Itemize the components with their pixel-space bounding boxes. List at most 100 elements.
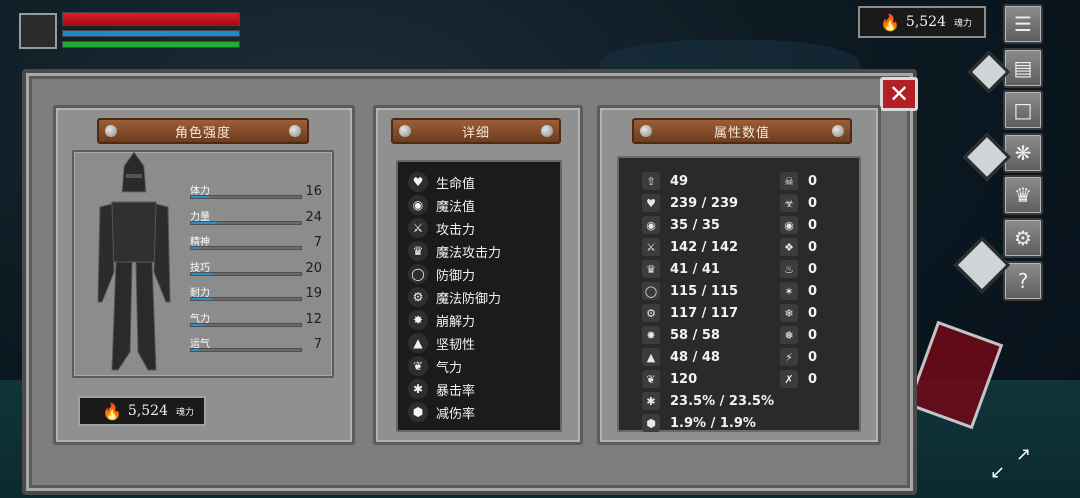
detail-list: ♥ 生命值 ◉ 魔法值 ⚔ 攻击力 ♛ 魔法攻击力 ◯ 防御力 ⚙ 魔法防御力 ✸ 崩解力 ▲…	[396, 160, 562, 432]
flame-icon: 🔥	[102, 401, 122, 421]
hex-shield-icon: ⬢	[642, 414, 660, 432]
stat-bar	[190, 221, 302, 225]
attr-resist-frost: ❄ 0	[780, 302, 817, 324]
detail-item-magic-attack[interactable]: ♛ 魔法攻击力	[408, 240, 501, 262]
settings-button[interactable]: ⚙	[1003, 218, 1043, 258]
attr-crit: ✱ 23.5% / 23.5%	[642, 390, 774, 412]
mana-bar	[62, 30, 240, 37]
attr-hp: ♥ 239 / 239	[642, 192, 738, 214]
bleed-icon: ❖	[780, 238, 798, 256]
help-button[interactable]: ?	[1003, 261, 1043, 301]
stat-row-stamina: 体力 16	[190, 184, 322, 199]
stat-row-vigor: 气力 12	[190, 312, 322, 327]
attr-damage-reduction: ⬢ 1.9% / 1.9%	[642, 412, 756, 434]
frost-icon: ❄	[780, 304, 798, 322]
attr-resist-curse: ✗ 0	[780, 368, 817, 390]
stat-bar	[190, 272, 302, 276]
emblem-icon: ❋	[1014, 141, 1032, 165]
stat-bar	[190, 195, 302, 199]
lungs-icon: ❦	[642, 370, 660, 388]
helmet-icon: ▲	[408, 333, 428, 353]
sword-icon: ⚔	[642, 238, 660, 256]
stat-bar-fill	[191, 324, 205, 326]
attr-magic-defense: ⚙ 117 / 117	[642, 302, 738, 324]
skills-button[interactable]: ❋	[1003, 133, 1043, 173]
stat-bar-fill	[191, 273, 213, 275]
close-button[interactable]: ✕	[880, 77, 918, 111]
attr-mp: ◉ 35 / 35	[642, 214, 720, 236]
currency-unit: 魂力	[954, 18, 973, 29]
currency-display: 🔥 5,524 魂力	[858, 6, 986, 38]
heart-icon: ♥	[408, 172, 428, 192]
attr-level: ⇧ 49	[642, 170, 688, 192]
achievements-button[interactable]: ♛	[1003, 175, 1043, 215]
fire-burst-icon: ✶	[780, 282, 798, 300]
close-icon: ✕	[888, 80, 910, 108]
arrow-icon[interactable]: ↗	[1016, 444, 1031, 465]
lightning-icon: ⚡	[780, 348, 798, 366]
attr-resist-burn: ✶ 0	[780, 280, 817, 302]
detail-item-magic-defense[interactable]: ⚙ 魔法防御力	[408, 286, 501, 308]
door-icon: □	[1013, 98, 1033, 122]
detail-item-vigor[interactable]: ❦ 气力	[408, 355, 462, 377]
stat-bar-fill	[191, 196, 209, 198]
curse-icon: ✗	[780, 370, 798, 388]
burst-icon: ✸	[642, 326, 660, 344]
stat-bar-fill	[191, 298, 212, 300]
soul-currency-display: 🔥 5,524 魂力	[78, 396, 206, 426]
gear-shield-icon: ⚙	[408, 287, 428, 307]
stamina-bar	[62, 41, 240, 48]
star-icon: ✱	[408, 379, 428, 399]
helmet-icon: ▲	[642, 348, 660, 366]
hex-shield-icon: ⬢	[408, 402, 428, 422]
skull-icon: ☠	[780, 172, 798, 190]
star-icon: ✱	[642, 392, 660, 410]
gear-shield-icon: ⚙	[642, 304, 660, 322]
stat-row-endurance: 耐力 19	[190, 286, 322, 301]
attr-attack: ⚔ 142 / 142	[642, 236, 738, 258]
detail-item-damage-reduction[interactable]: ⬢ 减伤率	[408, 401, 475, 423]
stat-row-skill: 技巧 20	[190, 261, 322, 276]
crown-icon: ♛	[408, 241, 428, 261]
stat-bar	[190, 348, 302, 352]
stat-row-luck: 运气 7	[190, 337, 322, 352]
character-figure	[97, 152, 171, 371]
ice-icon: ❅	[780, 326, 798, 344]
stat-bar-fill	[191, 349, 199, 351]
flame-icon: 🔥	[880, 12, 900, 32]
stat-bar-fill	[191, 222, 218, 224]
detail-item-crit[interactable]: ✱ 暴击率	[408, 378, 475, 400]
sword-icon: ⚔	[408, 218, 428, 238]
list-icon: ☰	[1014, 12, 1032, 36]
shield-icon: ◯	[408, 264, 428, 284]
door-tab[interactable]	[953, 236, 1011, 294]
detail-item-attack[interactable]: ⚔ 攻击力	[408, 217, 475, 239]
detail-item-break[interactable]: ✸ 崩解力	[408, 309, 475, 331]
soul-unit: 魂力	[176, 407, 195, 418]
arrow-icon[interactable]: ↙	[990, 462, 1005, 483]
heart-icon: ♥	[642, 194, 660, 212]
tower-icon: ⇧	[642, 172, 660, 190]
gear-icon: ⚙	[1014, 226, 1032, 250]
attr-resist-lightning: ⚡ 0	[780, 346, 817, 368]
stat-row-spirit: 精神 7	[190, 235, 322, 250]
attr-resist-poison: ☣ 0	[780, 192, 817, 214]
stat-bar	[190, 323, 302, 327]
detail-item-toughness[interactable]: ▲ 坚韧性	[408, 332, 475, 354]
crown-icon: ♛	[642, 260, 660, 278]
detail-item-mp[interactable]: ◉ 魔法值	[408, 194, 475, 216]
menu-list-button[interactable]: ☰	[1003, 4, 1043, 44]
attr-toughness: ▲ 48 / 48	[642, 346, 720, 368]
stat-bar-fill	[191, 247, 199, 249]
detail-item-defense[interactable]: ◯ 防御力	[408, 263, 475, 285]
section-title-attributes: 属性数值	[632, 118, 852, 144]
equipment-button[interactable]: □	[1003, 90, 1043, 130]
inventory-button[interactable]: ▤	[1003, 48, 1043, 88]
player-portrait[interactable]	[19, 13, 57, 49]
brain-icon: ◉	[642, 216, 660, 234]
section-title-character: 角色强度	[97, 118, 309, 144]
attr-magic-attack: ♛ 41 / 41	[642, 258, 720, 280]
soul-amount: 5,524	[127, 403, 169, 419]
detail-item-hp[interactable]: ♥ 生命值	[408, 171, 475, 193]
brain-icon: ◉	[408, 195, 428, 215]
